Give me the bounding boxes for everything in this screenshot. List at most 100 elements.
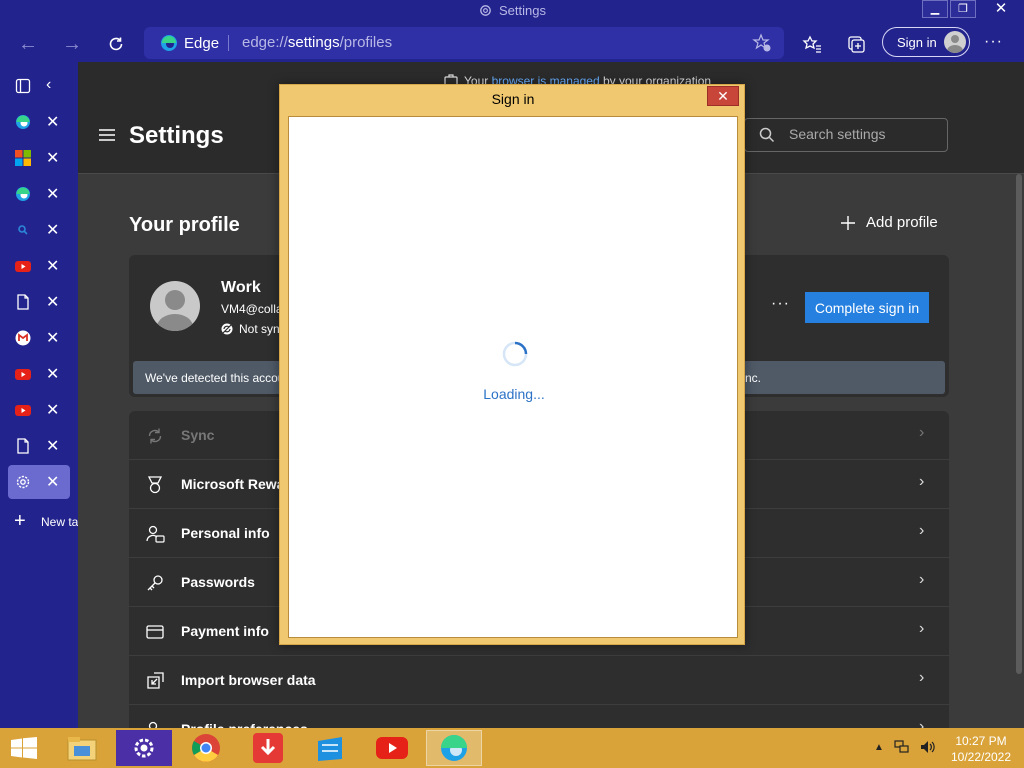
profile-prefs-icon [145, 720, 165, 728]
windows-logo-icon [11, 737, 37, 759]
profile-name: Work [221, 279, 261, 296]
system-tray: ▲ [874, 740, 936, 754]
close-tab-icon[interactable]: ✕ [46, 436, 59, 456]
key-icon [145, 573, 165, 593]
search-settings[interactable] [744, 118, 948, 152]
menu-button[interactable] [98, 128, 116, 147]
collections-button[interactable] [844, 32, 868, 56]
vertical-tab[interactable]: ✕ [8, 321, 70, 355]
url-suffix: /profiles [339, 34, 393, 51]
close-tab-icon[interactable]: ✕ [46, 112, 59, 132]
favorites-button[interactable] [800, 32, 824, 56]
edge-icon [161, 35, 177, 51]
add-favorite-button[interactable] [752, 33, 772, 58]
plus-icon: + [14, 510, 26, 532]
sync-icon [145, 426, 165, 446]
close-tab-icon[interactable]: ✕ [46, 256, 59, 276]
back-button[interactable]: ← [14, 30, 42, 58]
vertical-tab[interactable]: ✕ [8, 285, 70, 319]
window-titlebar: Settings ▁ ❐ ✕ [0, 0, 1024, 24]
settings-app-icon[interactable] [116, 730, 172, 766]
collections-icon [848, 36, 865, 53]
vertical-tab[interactable]: ✕ [8, 177, 70, 211]
menu-item-label: Import browser data [181, 672, 316, 688]
complete-sign-in-button[interactable]: Complete sign in [805, 292, 929, 323]
volume-icon[interactable] [920, 740, 936, 754]
sync-status: Not syn [221, 322, 280, 336]
search-input[interactable] [789, 126, 939, 142]
credit-card-icon [145, 622, 165, 642]
edge-brand-label: Edge [184, 34, 220, 52]
new-tab-button[interactable]: + New tab [0, 511, 78, 535]
store-icon[interactable] [302, 730, 358, 766]
network-icon[interactable] [894, 740, 910, 754]
page-title: Settings [129, 122, 224, 149]
menu-item-label: Passwords [181, 574, 255, 590]
vertical-tab[interactable]: ✕ [8, 357, 70, 391]
address-separator [228, 35, 229, 51]
vertical-tab[interactable]: ✕ [8, 213, 70, 247]
close-tab-icon[interactable]: ✕ [46, 220, 59, 240]
vertical-tab[interactable]: ✕ [8, 465, 70, 499]
edge-icon[interactable] [426, 730, 482, 766]
close-tab-icon[interactable]: ✕ [46, 400, 59, 420]
vertical-tab[interactable]: ✕ [8, 105, 70, 139]
close-tab-icon[interactable]: ✕ [46, 364, 59, 384]
chevron-right-icon: › [919, 473, 925, 490]
file-explorer-icon[interactable] [54, 730, 110, 766]
more-options-button[interactable]: ··· [984, 33, 1003, 51]
menu-item-import-browser-data[interactable]: Import browser data › [129, 656, 949, 705]
taskbar: ▲ 10:27 PM 10/22/2022 [0, 728, 1024, 768]
forward-icon: → [62, 32, 82, 55]
gmail-icon [15, 330, 31, 346]
url-text[interactable]: edge://settings/profiles [242, 34, 392, 51]
minimize-button[interactable]: ▁ [922, 0, 948, 18]
search-icon [15, 222, 31, 238]
tab-actions[interactable]: ‹ [8, 69, 70, 103]
clock[interactable]: 10:27 PM 10/22/2022 [946, 733, 1016, 765]
refresh-button[interactable] [102, 30, 130, 58]
youtube-icon [15, 402, 31, 418]
chevron-right-icon: › [919, 669, 925, 686]
restore-button[interactable]: ❐ [950, 0, 976, 18]
chevron-right-icon: › [919, 571, 925, 588]
url-prefix: edge:// [242, 34, 288, 51]
close-tab-icon[interactable]: ✕ [46, 472, 59, 492]
windows-icon [15, 150, 31, 166]
forward-button[interactable]: → [58, 30, 86, 58]
profile-signin-button[interactable]: Sign in [882, 27, 970, 57]
address-bar[interactable]: Edge edge://settings/profiles [144, 27, 784, 59]
document-icon [15, 438, 31, 454]
dialog-body: Loading... [288, 116, 738, 638]
gear-icon [480, 5, 491, 16]
close-tab-icon[interactable]: ✕ [46, 292, 59, 312]
youtube-icon[interactable] [364, 730, 420, 766]
window-title-text: Settings [499, 3, 546, 18]
vertical-tab[interactable]: ✕ [8, 141, 70, 175]
tray-expand-icon[interactable]: ▲ [874, 742, 884, 753]
menu-item-label: Payment info [181, 623, 269, 639]
gear-icon [15, 474, 31, 490]
close-tab-icon[interactable]: ✕ [46, 328, 59, 348]
close-window-button[interactable]: ✕ [978, 0, 1024, 18]
tab-actions-icon [15, 78, 31, 94]
add-profile-button[interactable]: Add profile [840, 214, 938, 231]
browser-toolbar: ← → Edge edge://settings/profiles Sign i… [0, 24, 1024, 62]
scrollbar[interactable] [1014, 174, 1024, 674]
scroll-thumb[interactable] [1016, 174, 1022, 674]
download-icon[interactable] [240, 730, 296, 766]
collapse-pane-icon[interactable]: ‹ [46, 76, 51, 94]
close-tab-icon[interactable]: ✕ [46, 184, 59, 204]
youtube-icon [15, 258, 31, 274]
start-button[interactable] [10, 737, 38, 764]
close-tab-icon[interactable]: ✕ [46, 148, 59, 168]
dialog-close-button[interactable]: ✕ [707, 86, 739, 106]
vertical-tab[interactable]: ✕ [8, 393, 70, 427]
vertical-tab[interactable]: ✕ [8, 429, 70, 463]
menu-item-label: Personal info [181, 525, 270, 541]
vertical-tab[interactable]: ✕ [8, 249, 70, 283]
menu-item-profile-preferences[interactable]: Profile preferences › [129, 705, 949, 728]
person-icon [157, 290, 193, 331]
profile-more-button[interactable]: ··· [771, 295, 790, 313]
chrome-icon[interactable] [178, 730, 234, 766]
